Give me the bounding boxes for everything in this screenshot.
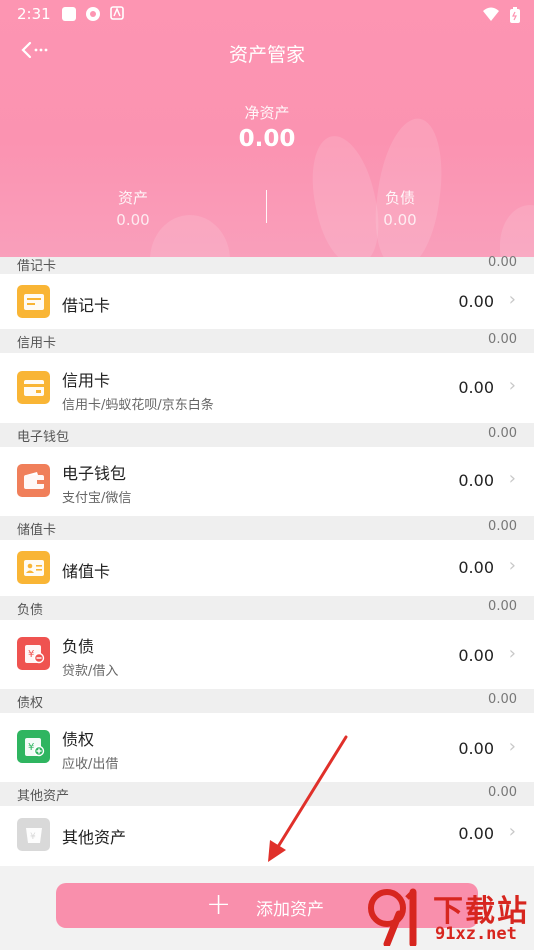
section-liabilities: 负债 0.00 ¥ 负债 贷款/借入 0.00 › [0,596,534,689]
asset-category-list: 借记卡 0.00 借记卡 0.00 › 信用卡 0.00 信用卡 信用卡/蚂蚁花… [0,255,534,866]
section-header: 电子钱包 0.00 [0,423,534,447]
section-debit-card: 借记卡 0.00 借记卡 0.00 › [0,255,534,329]
section-header: 其他资产 0.00 [0,782,534,806]
section-stored-value-card: 储值卡 0.00 储值卡 0.00 › [0,516,534,596]
section-name: 其他资产 [17,789,70,804]
chevron-right-icon: › [508,643,516,664]
net-assets-label: 净资产 [244,104,290,122]
section-header: 负债 0.00 [0,596,534,620]
section-header: 债权 0.00 [0,689,534,713]
section-total: 0.00 [488,599,517,614]
row-title: 债权 [62,730,95,749]
row-amount: 0.00 [458,739,494,758]
notification-icon [60,6,77,23]
assets-value: 0.00 [116,211,150,229]
row-title: 电子钱包 [62,464,127,483]
row-amount: 0.00 [458,378,494,397]
chevron-right-icon: › [508,289,516,310]
section-header: 储值卡 0.00 [0,516,534,540]
section-name: 负债 [17,603,44,618]
row-subtitle: 应收/出借 [62,757,119,772]
wallet-icon [17,464,50,497]
chevron-right-icon: › [508,555,516,576]
text-notification-icon [108,6,125,23]
section-credit-card: 信用卡 0.00 信用卡 信用卡/蚂蚁花呗/京东白条 0.00 › [0,329,534,423]
list-item-liabilities[interactable]: ¥ 负债 贷款/借入 0.00 › [0,620,534,689]
watermark-logo-icon [368,888,417,946]
row-amount: 0.00 [458,646,494,665]
svg-text:¥: ¥ [28,742,34,753]
liabilities-label: 负债 [384,189,415,207]
app-notification-icon [84,6,101,23]
status-time: 2:31 [17,5,51,23]
list-item-other-assets[interactable]: ¥ 其他资产 0.00 › [0,806,534,866]
row-title: 储值卡 [62,562,111,581]
section-total: 0.00 [488,426,517,441]
section-total: 0.00 [488,692,517,707]
section-total: 0.00 [488,255,517,270]
list-item-e-wallet[interactable]: 电子钱包 支付宝/微信 0.00 › [0,447,534,516]
assets-label: 资产 [117,189,148,207]
list-item-credit-card[interactable]: 信用卡 信用卡/蚂蚁花呗/京东白条 0.00 › [0,353,534,423]
section-name: 借记卡 [17,259,57,274]
section-name: 债权 [17,696,44,711]
wifi-icon [482,6,499,23]
section-header: 信用卡 0.00 [0,329,534,353]
page-title: 资产管家 [228,44,305,66]
section-total: 0.00 [488,785,517,800]
section-name: 电子钱包 [17,430,70,445]
row-subtitle: 贷款/借入 [62,664,119,679]
svg-text:¥: ¥ [30,832,36,842]
add-asset-label: 添加资产 [256,900,324,920]
row-amount: 0.00 [458,471,494,490]
net-assets-value: 0.00 [238,126,296,152]
watermark-url: 91xz.net [435,924,517,944]
section-name: 储值卡 [17,523,57,538]
chevron-right-icon: › [508,468,516,489]
header-divider [266,190,267,223]
chevron-right-icon: › [508,375,516,396]
list-item-debit-card[interactable]: 借记卡 0.00 › [0,274,534,329]
chevron-right-icon: › [508,736,516,757]
liability-icon: ¥ [17,637,50,670]
row-subtitle: 支付宝/微信 [62,491,132,506]
row-amount: 0.00 [458,558,494,577]
section-claims: 债权 0.00 ¥ 债权 应收/出借 0.00 › [0,689,534,782]
watermark: 下载站 91xz.net [365,884,534,950]
plus-icon: + [206,887,232,922]
stored-value-card-icon [17,551,50,584]
liabilities-value: 0.00 [383,211,417,229]
row-title: 负债 [62,637,95,656]
other-assets-icon: ¥ [17,818,50,851]
section-header: 借记卡 0.00 [0,255,534,274]
row-title: 其他资产 [62,828,127,847]
battery-icon [506,6,523,23]
section-name: 信用卡 [17,336,57,351]
chevron-right-icon: › [508,821,516,842]
row-subtitle: 信用卡/蚂蚁花呗/京东白条 [62,398,214,413]
debit-card-icon [17,285,50,318]
claim-icon: ¥ [17,730,50,763]
row-title: 借记卡 [62,296,111,315]
row-amount: 0.00 [458,824,494,843]
row-title: 信用卡 [62,371,111,390]
status-bar: 2:31 [0,0,534,30]
section-total: 0.00 [488,519,517,534]
row-amount: 0.00 [458,292,494,311]
list-item-claims[interactable]: ¥ 债权 应收/出借 0.00 › [0,713,534,782]
header-banner: 2:31 资产管家 净资产 0.00 资产 0.00 负债 0.00 [0,0,534,257]
section-total: 0.00 [488,332,517,347]
section-other-assets: 其他资产 0.00 ¥ 其他资产 0.00 › [0,782,534,866]
list-item-stored-value-card[interactable]: 储值卡 0.00 › [0,540,534,596]
decorative-ear-shape [500,205,534,257]
section-e-wallet: 电子钱包 0.00 电子钱包 支付宝/微信 0.00 › [0,423,534,516]
credit-card-icon [17,371,50,404]
svg-text:¥: ¥ [28,649,34,660]
